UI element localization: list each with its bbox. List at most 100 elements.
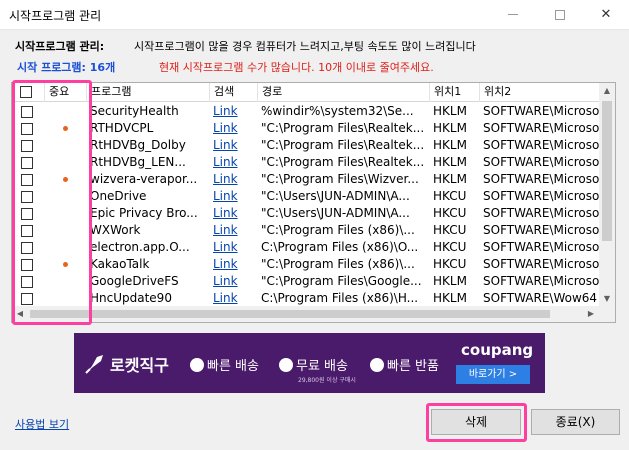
table-row[interactable]: WXWork Link "C:\Program Files (x86)\... HKC…: [12, 222, 600, 239]
banner-feature-free-delivery: 무료 배송: [279, 355, 348, 374]
row-search-cell: Link: [210, 171, 258, 188]
table-row[interactable]: electron.app.O... Link C:\Program Files (x…: [12, 239, 600, 256]
maximize-icon: [555, 10, 565, 20]
row-search-link[interactable]: Link: [213, 257, 238, 271]
row-location2: SOFTWARE\Microso: [483, 104, 600, 118]
row-location2: SOFTWARE\Microso: [483, 223, 600, 237]
row-program: Epic Privacy Bro...: [90, 206, 198, 220]
vertical-scroll-thumb[interactable]: [602, 101, 612, 241]
row-program: OneDrive: [90, 189, 147, 203]
row-location2: SOFTWARE\Microso: [483, 274, 600, 288]
free-delivery-icon: [279, 358, 293, 372]
row-path: "C:\Users\JUN-ADMIN\A...: [261, 189, 410, 203]
row-search-link[interactable]: Link: [213, 206, 238, 220]
row-search-cell: Link: [210, 239, 258, 256]
table-row[interactable]: RtHDVBg_Dolby Link "C:\Program Files\Realt…: [12, 137, 600, 154]
scroll-right-icon[interactable]: ▶: [583, 306, 599, 322]
feature2-label: 무료 배송: [296, 359, 348, 374]
startup-count-label: 시작 프로그램: 16개: [17, 61, 116, 74]
row-program: RtHDVBg_Dolby: [90, 138, 186, 152]
row-location2: SOFTWARE\Microso: [483, 189, 600, 203]
coupang-logo: coupang: [461, 341, 534, 359]
row-search-link[interactable]: Link: [213, 274, 238, 288]
usage-help-link[interactable]: 사용법 보기: [15, 416, 69, 432]
maximize-button[interactable]: [537, 0, 583, 30]
row-location2: SOFTWARE\Microso: [483, 138, 600, 152]
row-search-link[interactable]: Link: [213, 104, 238, 118]
row-path: C:\Program Files (x86)\H...: [261, 291, 419, 305]
scroll-down-icon[interactable]: ▼: [599, 291, 615, 307]
row-search-cell: Link: [210, 290, 258, 307]
vertical-scrollbar[interactable]: ▲ ▼: [599, 83, 615, 307]
row-search-cell: Link: [210, 103, 258, 120]
feature3-label: 빠른 반품: [387, 359, 439, 374]
row-search-link[interactable]: Link: [213, 121, 238, 135]
banner-subtext: 29,800원 이상 구매시: [298, 377, 356, 384]
startup-program-list: 중요 프로그램 검색 경로 위치1 위치2 SecurityHealth Link…: [11, 82, 616, 323]
row-search-link[interactable]: Link: [213, 240, 238, 254]
manage-label: 시작프로그램 관리:: [15, 40, 105, 53]
table-row[interactable]: KakaoTalk Link "C:\Program Files (x86)\...…: [12, 256, 600, 273]
row-location2: SOFTWARE\Microso: [483, 172, 600, 186]
row-path: "C:\Program Files\Realtek...: [261, 121, 425, 135]
minimize-button[interactable]: [490, 0, 536, 30]
scroll-up-icon[interactable]: ▲: [599, 83, 615, 99]
row-search-cell: Link: [210, 120, 258, 137]
row-path: "C:\Program Files (x86)\...: [261, 223, 415, 237]
row-location1: HKLM: [433, 104, 467, 118]
row-search-cell: Link: [210, 188, 258, 205]
row-search-link[interactable]: Link: [213, 138, 238, 152]
table-row[interactable]: HncUpdate90 Link C:\Program Files (x86)\H.…: [12, 290, 600, 307]
row-path: %windir%\system32\Se...: [261, 104, 414, 118]
row-search-cell: Link: [210, 256, 258, 273]
header-path[interactable]: 경로: [258, 83, 430, 102]
row-program: HncUpdate90: [90, 291, 172, 305]
table-row[interactable]: wizvera-verapor... Link "C:\Program Files\…: [12, 171, 600, 188]
banner-main-text: 로켓직구: [110, 356, 169, 375]
row-location1: HKCU: [433, 240, 467, 254]
row-location1: HKLM: [433, 138, 467, 152]
close-window-button[interactable]: ✕: [583, 0, 629, 30]
row-search-cell: Link: [210, 137, 258, 154]
table-header: 중요 프로그램 검색 경로 위치1 위치2: [12, 83, 615, 102]
table-row[interactable]: Epic Privacy Bro... Link "C:\Users\JUN-ADM…: [12, 205, 600, 222]
table-row[interactable]: GoogleDriveFS Link "C:\Program Files\Googl…: [12, 273, 600, 290]
row-program: RtHDVBg_LEN...: [90, 155, 186, 169]
horizontal-scrollbar[interactable]: ◀ ▶: [12, 306, 615, 322]
rocket-icon: [85, 355, 103, 374]
banner-cta-button[interactable]: 바로가기 >: [456, 365, 530, 384]
table-row[interactable]: SecurityHealth Link %windir%\system32\Se..…: [12, 103, 600, 120]
table-row[interactable]: OneDrive Link "C:\Users\JUN-ADMIN\A... HKCU…: [12, 188, 600, 205]
row-location1: HKLM: [433, 172, 467, 186]
row-path: "C:\Program Files\Wizver...: [261, 172, 419, 186]
header-search[interactable]: 검색: [210, 83, 258, 102]
row-search-cell: Link: [210, 222, 258, 239]
row-program: GoogleDriveFS: [90, 274, 179, 288]
delete-button-highlight: [426, 403, 527, 442]
row-path: "C:\Program Files (x86)\...: [261, 257, 415, 271]
header-program[interactable]: 프로그램: [87, 83, 210, 102]
header-location1[interactable]: 위치1: [430, 83, 480, 102]
warning-label: 현재 시작프로그램 수가 많습니다. 10개 이내로 줄여주세요.: [159, 61, 434, 74]
banner-feature-fast-return: 빠른 반품: [370, 355, 439, 374]
row-search-link[interactable]: Link: [213, 291, 238, 305]
row-location1: HKCU: [433, 223, 467, 237]
description-label: 시작프로그램이 많을 경우 컴퓨터가 느려지고,부팅 속도도 많이 느려집니다: [134, 40, 476, 53]
row-location1: HKCU: [433, 257, 467, 271]
horizontal-scroll-thumb[interactable]: [30, 310, 550, 318]
coupang-ad-banner[interactable]: 로켓직구 빠른 배송 무료 배송 빠른 반품 29,800원 이상 구매시 co…: [74, 333, 545, 393]
row-program: electron.app.O...: [90, 240, 190, 254]
row-location1: HKLM: [433, 155, 467, 169]
fast-delivery-icon: [190, 358, 204, 372]
row-search-link[interactable]: Link: [213, 172, 238, 186]
table-row[interactable]: RTHDVCPL Link "C:\Program Files\Realtek...…: [12, 120, 600, 137]
row-path: C:\Program Files (x86)\O...: [261, 240, 419, 254]
row-search-link[interactable]: Link: [213, 223, 238, 237]
header-location2[interactable]: 위치2: [480, 83, 615, 102]
row-search-link[interactable]: Link: [213, 155, 238, 169]
row-program: wizvera-verapor...: [90, 172, 198, 186]
row-location2: SOFTWARE\Microso: [483, 206, 600, 220]
table-row[interactable]: RtHDVBg_LEN... Link "C:\Program Files\Real…: [12, 154, 600, 171]
exit-button[interactable]: 종료(X): [531, 409, 620, 435]
row-search-link[interactable]: Link: [213, 189, 238, 203]
